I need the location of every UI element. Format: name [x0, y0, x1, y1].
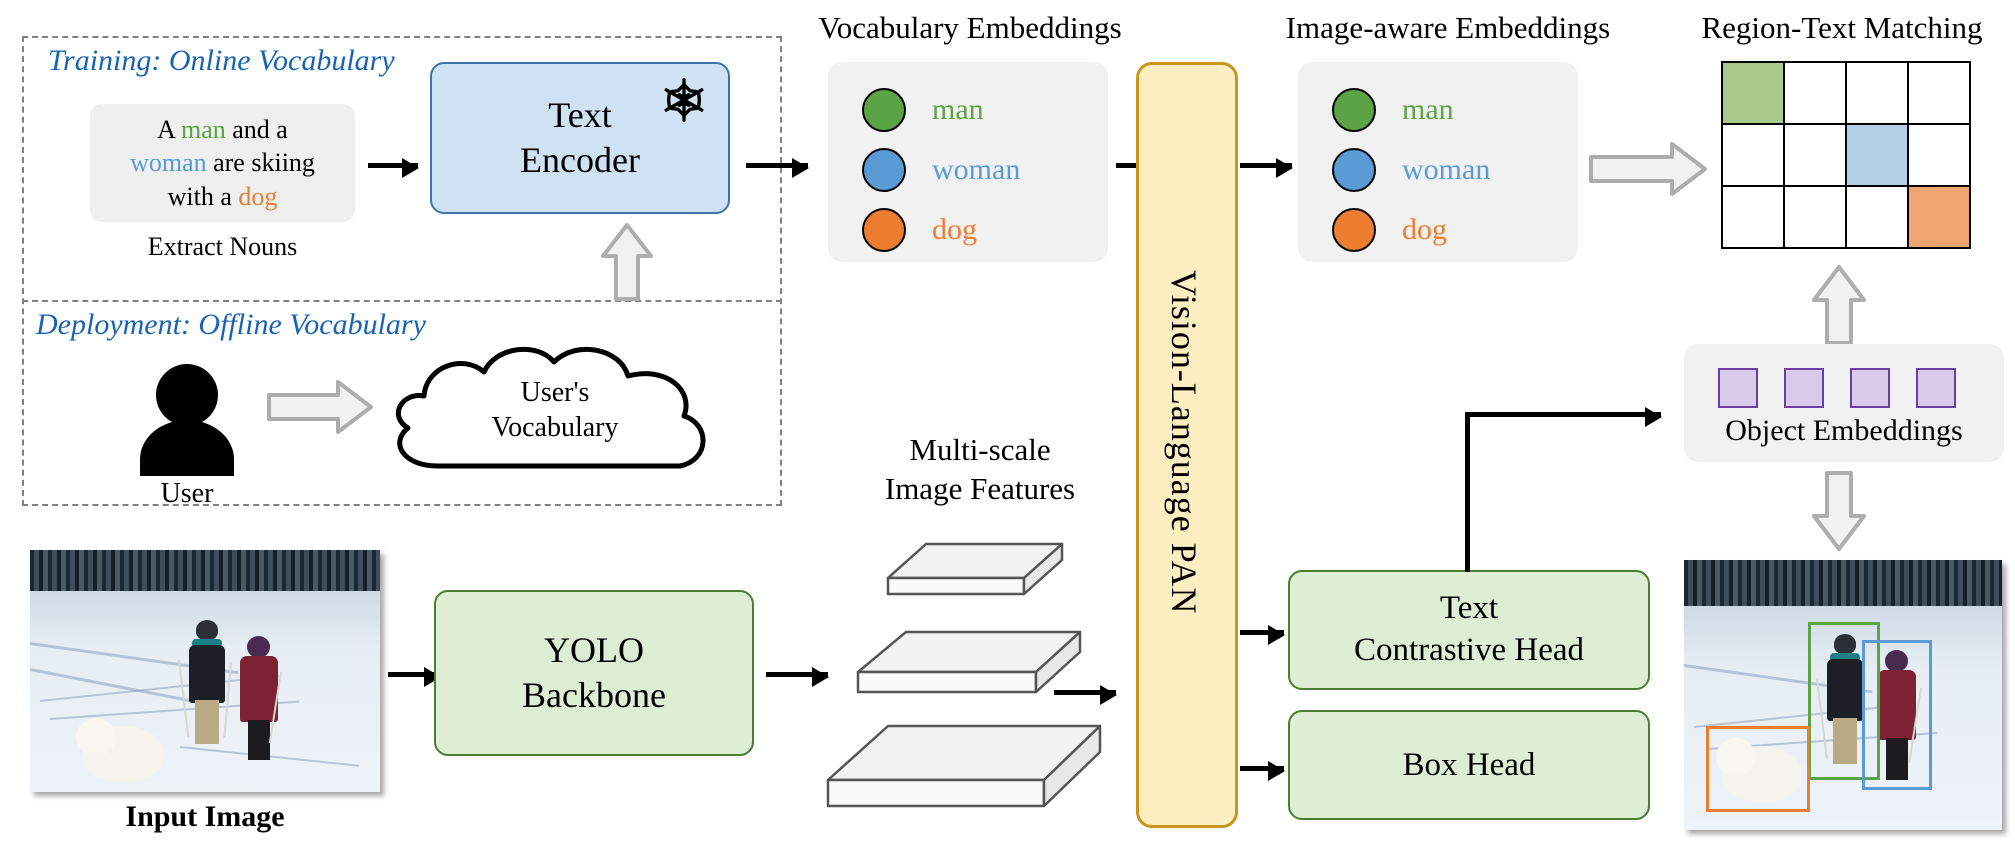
image-aware-label-dog: dog: [1402, 213, 1447, 246]
input-image-skier-man: [182, 620, 230, 750]
text-contrastive-head-box: Text Contrastive Head: [1288, 570, 1650, 690]
caption-line3-pre: with a: [167, 181, 239, 211]
arrow-pan-to-box-head: [1240, 761, 1285, 781]
arrow-text-head-to-object-embeddings: [1465, 407, 1662, 427]
input-image-caption: Input Image: [125, 800, 285, 833]
feature-slab-medium: [856, 630, 1082, 694]
text-encoder-line2: Encoder: [520, 140, 640, 180]
arrow-vocabulary-to-encoder: [601, 223, 653, 301]
elbow-text-head-vertical: [1465, 412, 1470, 572]
image-aware-dot-dog: [1332, 208, 1376, 252]
multiscale-line2: Image Features: [884, 471, 1076, 507]
matching-cell-r2c3: [1906, 184, 1972, 250]
input-image: [30, 550, 380, 792]
output-image-treeline: [1684, 560, 2002, 606]
bounding-box-dog: [1706, 726, 1810, 812]
arrow-features-to-pan: [1054, 685, 1117, 705]
cloud-text: User's Vocabulary: [430, 368, 680, 452]
arrow-user-to-cloud: [267, 380, 373, 434]
image-aware-row-woman: woman: [1332, 148, 1490, 192]
user-label: User: [160, 478, 214, 509]
matching-cell-r1c0: [1720, 122, 1786, 188]
image-aware-label-woman: woman: [1402, 153, 1491, 186]
matching-cell-r1c2: [1844, 122, 1910, 188]
caption-line1-pre: A: [157, 115, 181, 145]
matching-cell-r0c1: [1782, 60, 1848, 126]
matching-cell-r2c2: [1844, 184, 1910, 250]
box-head-box: Box Head: [1288, 710, 1650, 820]
matching-cell-r0c2: [1844, 60, 1910, 126]
matching-cell-r1c3: [1906, 122, 1972, 188]
region-text-matching-grid: [1720, 60, 1972, 250]
object-embedding-square-4: [1916, 368, 1956, 408]
caption-line1-post: and a: [225, 115, 288, 145]
arrow-pan-to-text-head: [1240, 625, 1285, 645]
vocab-embedding-row-dog: dog: [862, 208, 977, 252]
object-embeddings-label: Object Embeddings: [1725, 414, 1963, 447]
arrow-input-to-backbone: [388, 667, 441, 687]
image-aware-dot-man: [1332, 88, 1376, 132]
vocab-label-woman: woman: [932, 153, 1021, 186]
snowflake-icon: [664, 78, 704, 122]
arrow-backbone-to-features: [766, 667, 829, 687]
caption-noun-dog: dog: [238, 181, 278, 211]
output-image: [1684, 560, 2002, 830]
matching-cell-r1c1: [1782, 122, 1848, 188]
image-aware-row-man: man: [1332, 88, 1454, 132]
vocabulary-embeddings-header: Vocabulary Embeddings: [818, 10, 1122, 45]
image-aware-row-dog: dog: [1332, 208, 1447, 252]
cloud-line1: User's: [520, 377, 590, 408]
caption-noun-woman: woman: [130, 148, 207, 178]
box-head-label: Box Head: [1402, 746, 1536, 783]
object-embedding-square-3: [1850, 368, 1890, 408]
training-section-title: Training: Online Vocabulary: [48, 44, 395, 77]
vocab-embedding-row-woman: woman: [862, 148, 1020, 192]
arrow-encoder-to-vocab-embeddings: [746, 158, 809, 178]
cloud-line2: Vocabulary: [491, 412, 619, 443]
extract-nouns-label: Extract Nouns: [147, 232, 298, 261]
input-image-dog-head: [76, 718, 116, 756]
vocab-label-man: man: [932, 93, 984, 126]
text-encoder-line1: Text: [548, 95, 612, 136]
vision-language-pan-label-wrap: Vision-Language PAN: [1136, 62, 1232, 822]
caption-line2-post: are skiing: [206, 148, 315, 178]
vocab-label-dog: dog: [932, 213, 977, 246]
bounding-box-woman: [1862, 640, 1932, 790]
user-avatar-head: [156, 364, 218, 426]
multiscale-line1: Multi-scale: [909, 432, 1051, 467]
input-image-treeline: [30, 550, 380, 592]
vocab-embedding-row-man: man: [862, 88, 984, 132]
vision-language-pan-label: Vision-Language PAN: [1164, 269, 1204, 615]
region-text-matching-header: Region-Text Matching: [1701, 10, 1983, 45]
image-aware-embeddings-header: Image-aware Embeddings: [1285, 10, 1611, 45]
object-embedding-square-2: [1784, 368, 1824, 408]
vocab-dot-man: [862, 88, 906, 132]
feature-slab-large: [826, 724, 1102, 808]
matching-cell-r0c0: [1720, 60, 1786, 126]
matching-cell-r0c3: [1906, 60, 1972, 126]
caption-noun-man: man: [180, 115, 226, 145]
yolo-backbone-line2: Backbone: [522, 675, 666, 715]
vocab-dot-dog: [862, 208, 906, 252]
matching-cell-r2c1: [1782, 184, 1848, 250]
feature-slab-small: [886, 542, 1064, 596]
arrow-object-embeddings-to-output: [1812, 471, 1866, 551]
object-embedding-square-1: [1718, 368, 1758, 408]
training-deployment-divider: [22, 300, 782, 302]
arrow-pan-to-image-aware: [1240, 158, 1293, 178]
arrow-image-aware-to-matching: [1589, 142, 1707, 196]
vocab-dot-woman: [862, 148, 906, 192]
yolo-backbone-box: YOLO Backbone: [434, 590, 754, 756]
arrow-object-embeddings-to-matching: [1812, 265, 1866, 345]
deployment-section-title: Deployment: Offline Vocabulary: [36, 308, 426, 341]
image-aware-label-man: man: [1402, 93, 1454, 126]
image-aware-dot-woman: [1332, 148, 1376, 192]
caption-text-bubble: A man and a woman are skiing with a dog: [90, 104, 355, 222]
text-contrastive-head-line1: Text: [1439, 590, 1499, 627]
yolo-backbone-line1: YOLO: [544, 629, 644, 670]
arrow-caption-to-encoder: [368, 158, 419, 178]
text-contrastive-head-line2: Contrastive Head: [1353, 632, 1585, 668]
matching-cell-r2c0: [1720, 184, 1786, 250]
multiscale-features-label: Multi-scale Image Features: [840, 430, 1120, 508]
